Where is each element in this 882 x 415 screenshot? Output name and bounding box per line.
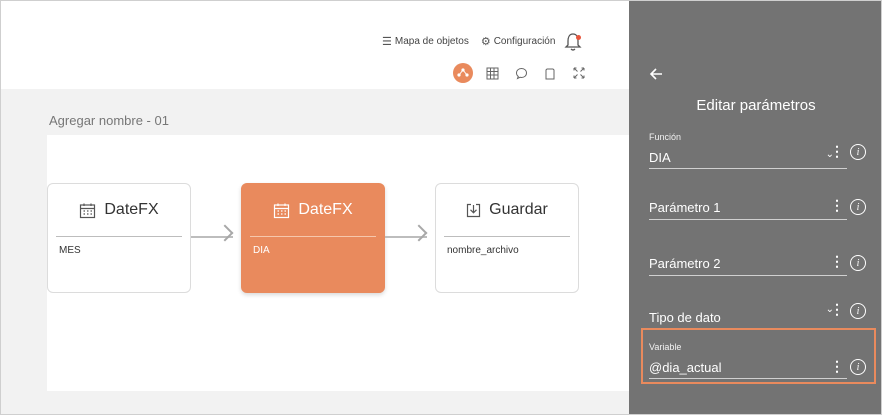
node-param: DIA — [253, 245, 270, 256]
top-bar: ☰ Mapa de objetos ⚙ Configuración — [1, 1, 629, 89]
flow-view-button[interactable] — [453, 63, 473, 83]
node-title: Guardar — [489, 201, 548, 218]
node-header: DateFX — [48, 184, 190, 236]
calendar-icon — [274, 203, 290, 218]
info-icon[interactable]: i — [850, 199, 866, 215]
funcion-value: DIA — [649, 150, 671, 165]
node-title: DateFX — [298, 201, 353, 218]
kebab-menu-icon[interactable]: ⋮ — [830, 253, 844, 270]
kebab-menu-icon[interactable]: ⋮ — [830, 143, 844, 160]
param2-field[interactable]: Parámetro 2 ⋮ i — [649, 253, 867, 283]
kebab-menu-icon[interactable]: ⋮ — [830, 197, 844, 214]
node-param: nombre_archivo — [447, 245, 519, 256]
workspace: Agregar nombre - 01 DateFX MES DateFX DI… — [1, 89, 647, 414]
node-guardar[interactable]: Guardar nombre_archivo — [435, 183, 579, 293]
clipboard-icon — [545, 68, 555, 79]
settings-label: Configuración — [493, 36, 556, 47]
tipo-dato-placeholder: Tipo de dato — [649, 310, 721, 325]
chat-bubble-icon — [515, 67, 527, 79]
panel-title: Editar parámetros — [696, 97, 816, 114]
calendar-icon — [80, 203, 96, 218]
flow-canvas[interactable]: DateFX MES DateFX DIA Guardar nombre_arc… — [47, 135, 647, 391]
notification-bell-icon[interactable] — [564, 32, 582, 52]
info-icon[interactable]: i — [850, 303, 866, 319]
app-window: ☰ Mapa de objetos ⚙ Configuración Agrega… — [0, 0, 882, 415]
save-download-icon — [467, 203, 481, 217]
top-nav: ☰ Mapa de objetos ⚙ Configuración — [382, 35, 567, 48]
comments-button[interactable] — [511, 63, 531, 83]
table-view-button[interactable] — [482, 63, 502, 83]
tipo-dato-field[interactable]: Tipo de dato ⌄ ⋮ i — [649, 301, 867, 331]
node-title: DateFX — [104, 201, 159, 218]
kebab-menu-icon[interactable]: ⋮ — [830, 301, 844, 318]
back-arrow-icon[interactable] — [649, 65, 663, 86]
funcion-label: Función — [649, 132, 682, 142]
field-underline — [649, 168, 847, 169]
canvas-toolbar — [453, 63, 598, 83]
funcion-field[interactable]: Función DIA ⌄ ⋮ i — [649, 132, 867, 172]
gear-icon: ⚙ — [480, 36, 491, 48]
table-grid-icon — [486, 67, 498, 79]
info-icon[interactable]: i — [850, 255, 866, 271]
settings-link[interactable]: ⚙ Configuración — [481, 35, 556, 48]
node-header: Guardar — [436, 184, 578, 236]
node-header: DateFX — [242, 184, 384, 236]
fullscreen-button[interactable] — [569, 63, 589, 83]
node-param: MES — [59, 245, 81, 256]
flow-name[interactable]: Agregar nombre - 01 — [49, 113, 169, 128]
connector-arrow-icon — [410, 224, 428, 242]
info-icon[interactable]: i — [850, 144, 866, 160]
notification-dot — [576, 35, 581, 40]
node-datefx-mes[interactable]: DateFX MES — [47, 183, 191, 293]
node-datefx-dia[interactable]: DateFX DIA — [241, 183, 385, 293]
expand-arrows-icon — [573, 67, 585, 79]
field-underline — [649, 219, 847, 220]
clipboard-button[interactable] — [540, 63, 560, 83]
objects-map-label: Mapa de objetos — [394, 36, 469, 47]
variable-highlight-box — [641, 328, 876, 384]
param1-field[interactable]: Parámetro 1 ⋮ i — [649, 197, 867, 227]
field-underline — [649, 275, 847, 276]
param1-placeholder: Parámetro 1 — [649, 200, 721, 215]
param2-placeholder: Parámetro 2 — [649, 256, 721, 271]
objects-map-link[interactable]: ☰ Mapa de objetos — [382, 35, 469, 48]
connector-arrow-icon — [216, 224, 234, 242]
menu-lines-icon: ☰ — [382, 36, 392, 48]
flow-nodes-icon — [457, 68, 469, 77]
